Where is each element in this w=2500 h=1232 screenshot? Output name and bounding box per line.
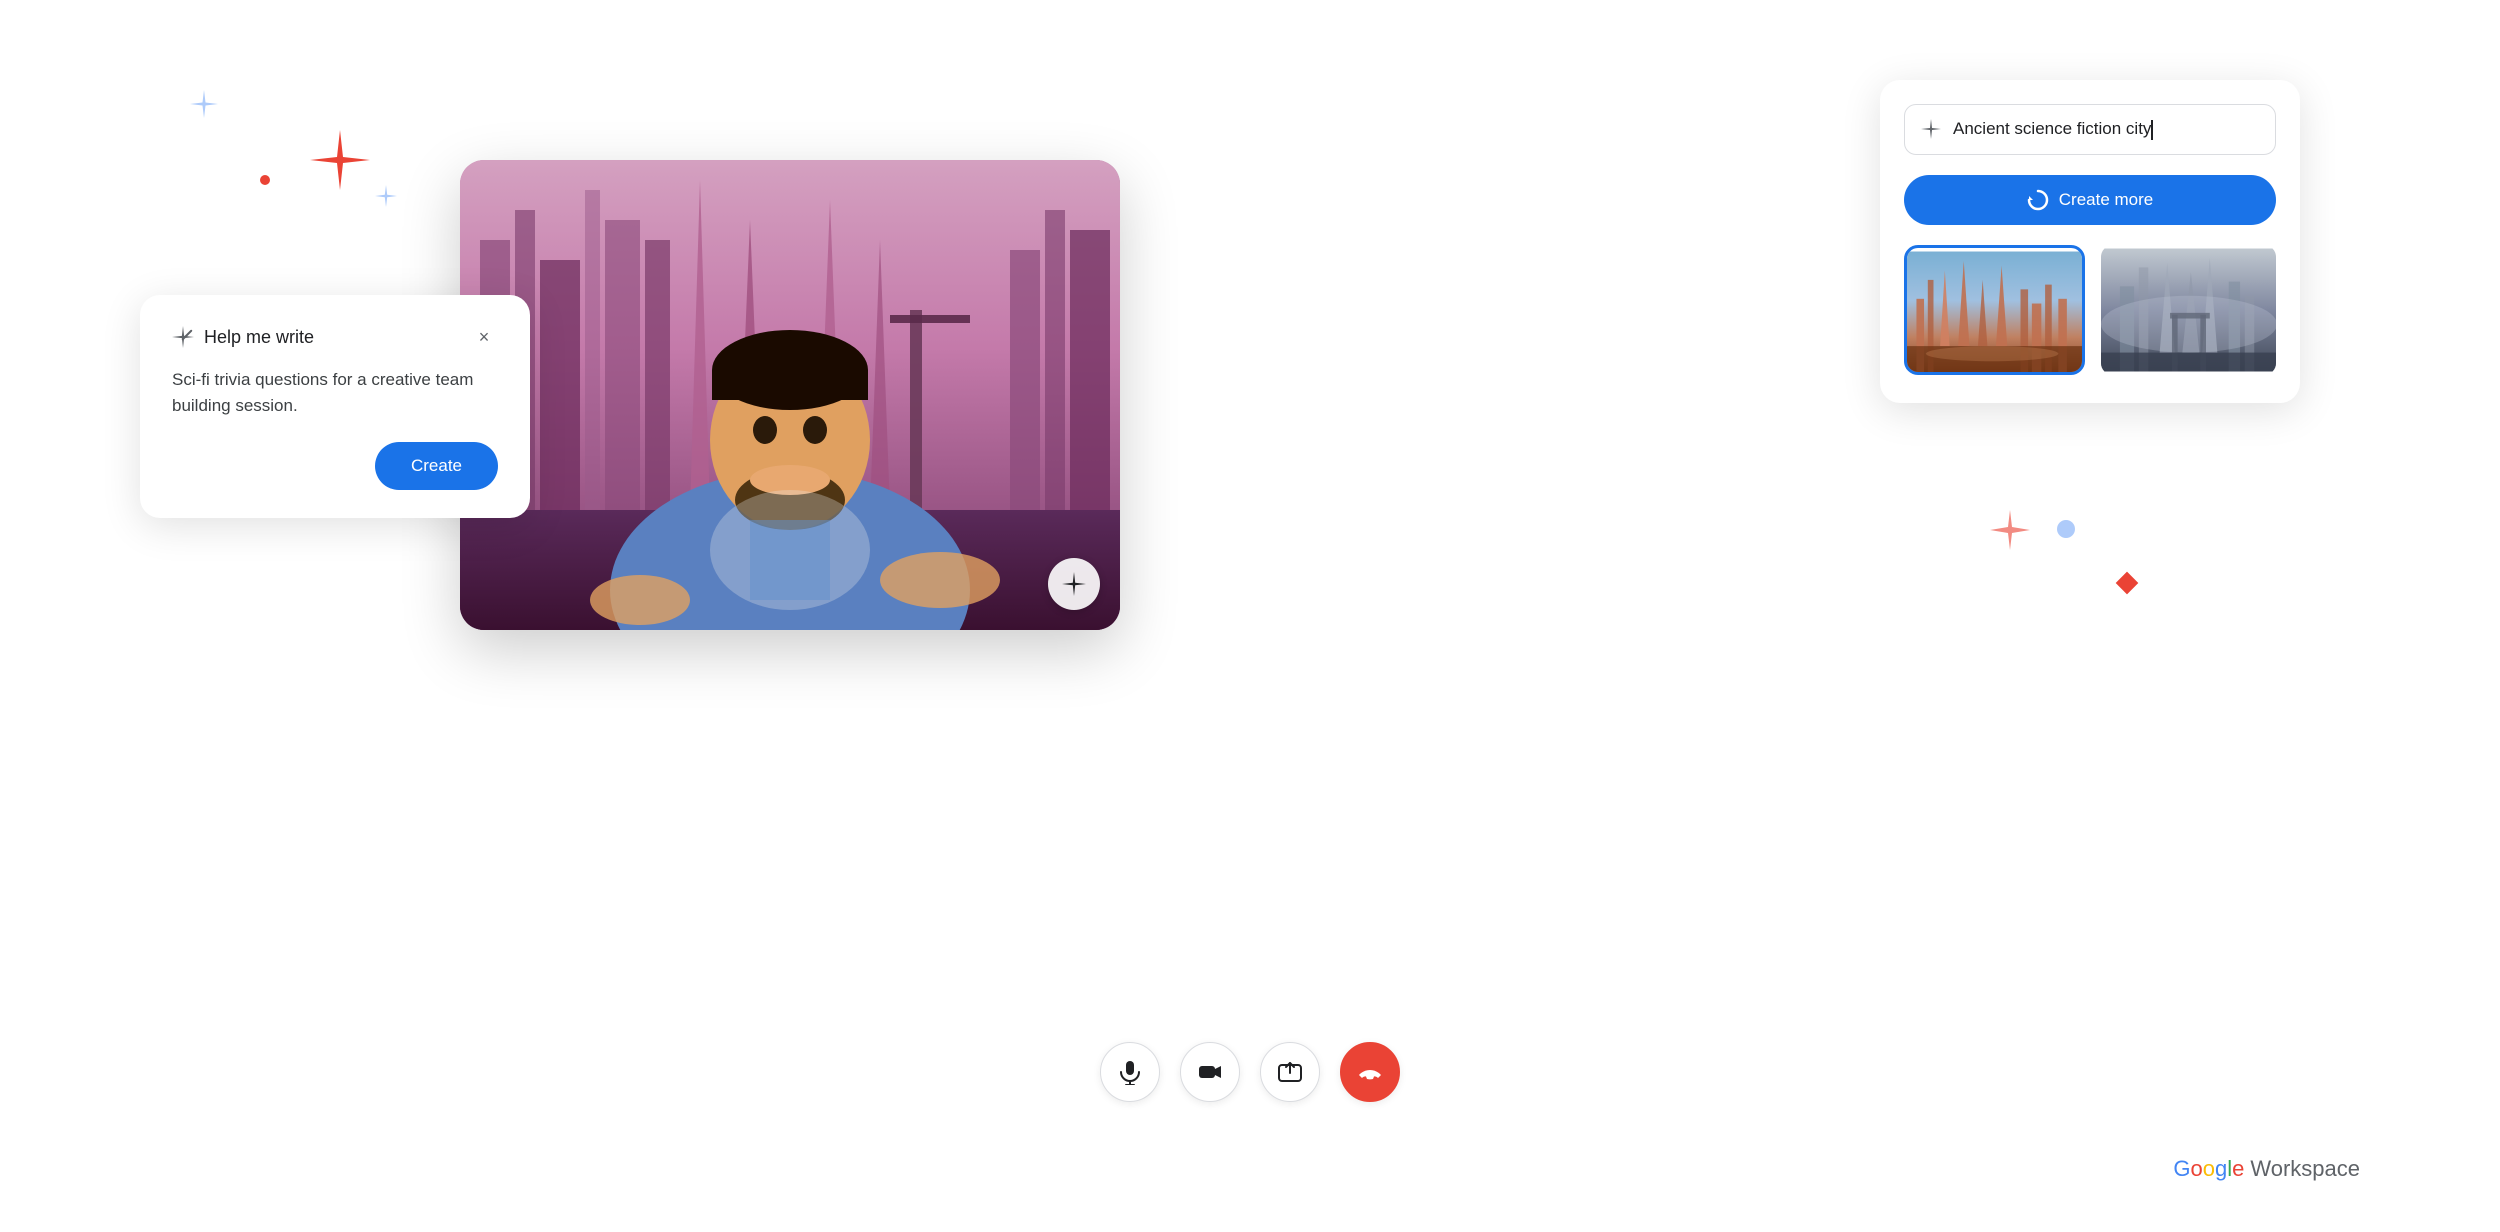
- sparkle-blue-small2-icon: [375, 185, 397, 207]
- google-logo: Google: [2173, 1156, 2244, 1182]
- create-more-label: Create more: [2059, 190, 2153, 210]
- image-generation-card: Ancient science fiction city Create more: [1880, 80, 2300, 403]
- generated-images-row: [1904, 245, 2276, 375]
- camera-icon: [1197, 1059, 1223, 1085]
- end-call-button[interactable]: [1340, 1042, 1400, 1102]
- mic-icon: [1117, 1059, 1143, 1085]
- google-letter-e: e: [2232, 1156, 2244, 1181]
- city-background-svg: [460, 160, 1120, 630]
- prompt-input-text: Ancient science fiction city: [1953, 119, 2259, 140]
- ai-sparkle-button[interactable]: [1048, 558, 1100, 610]
- generated-image-2-svg: [2101, 245, 2276, 375]
- generated-image-1-svg: [1907, 248, 2082, 375]
- sparkle-blue-small-icon: [190, 90, 218, 118]
- google-letter-o1: o: [2190, 1156, 2202, 1181]
- prompt-value: Ancient science fiction city: [1953, 119, 2151, 138]
- google-letter-o2: o: [2203, 1156, 2215, 1181]
- create-button[interactable]: Create: [375, 442, 498, 490]
- card-header: Help me write ×: [172, 323, 498, 351]
- generated-image-1[interactable]: [1904, 245, 2085, 375]
- video-controls: [1100, 1042, 1400, 1102]
- card-title: Help me write: [172, 326, 314, 348]
- create-more-button[interactable]: Create more: [1904, 175, 2276, 225]
- prompt-wand-icon: [1921, 119, 1941, 139]
- google-letter-g1: G: [2173, 1156, 2190, 1181]
- generated-image-2[interactable]: [2101, 245, 2276, 375]
- prompt-input-row[interactable]: Ancient science fiction city: [1904, 104, 2276, 155]
- camera-button[interactable]: [1180, 1042, 1240, 1102]
- red-diamond-icon: [2116, 572, 2139, 595]
- text-cursor: [2151, 120, 2153, 140]
- google-workspace-branding: Google Workspace: [2173, 1156, 2360, 1182]
- google-letter-g2: g: [2215, 1156, 2227, 1181]
- help-write-body-text: Sci-fi trivia questions for a creative t…: [172, 367, 498, 418]
- wand-icon: [172, 326, 194, 348]
- workspace-label: Workspace: [2250, 1156, 2360, 1182]
- close-icon[interactable]: ×: [470, 323, 498, 351]
- share-screen-button[interactable]: [1260, 1042, 1320, 1102]
- help-me-write-card: Help me write × Sci-fi trivia questions …: [140, 295, 530, 518]
- sparkle-pink-right-icon: [1990, 510, 2030, 550]
- card-title-text: Help me write: [204, 327, 314, 348]
- end-call-icon: [1356, 1058, 1384, 1086]
- refresh-icon: [2027, 189, 2049, 211]
- video-feed: [460, 160, 1120, 630]
- mic-button[interactable]: [1100, 1042, 1160, 1102]
- red-dot-icon: [260, 175, 270, 185]
- sparkle-red-large-icon: [310, 130, 370, 190]
- share-screen-icon: [1277, 1059, 1303, 1085]
- blue-dot-right-icon: [2057, 520, 2075, 538]
